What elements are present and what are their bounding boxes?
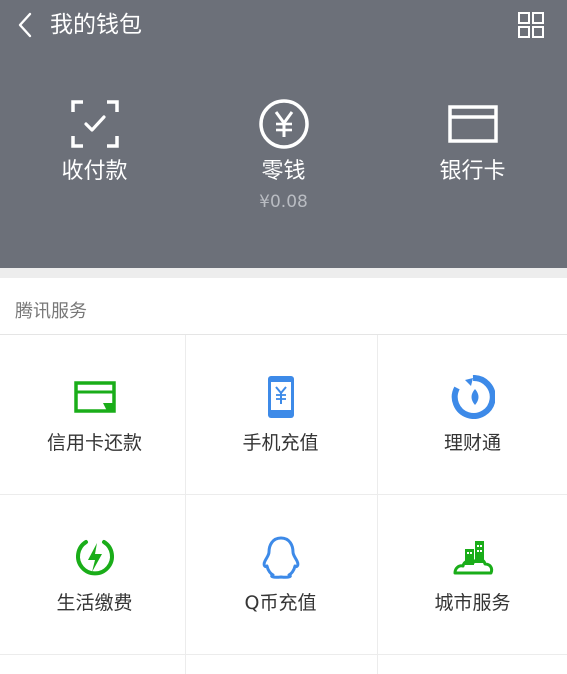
service-credit-card-repay[interactable]: 信用卡还款 (0, 335, 189, 495)
credit-card-repay-icon (73, 381, 116, 413)
phone-topup-icon (267, 376, 294, 418)
service-qcoin-topup[interactable]: Q币充值 (186, 495, 375, 655)
page-title: 我的钱包 (50, 12, 142, 38)
balance-button[interactable]: 零钱 ¥0.08 (189, 90, 378, 220)
service-label: 理财通 (443, 432, 501, 454)
wealth-icon (451, 375, 495, 419)
wallet-actions: 收付款 零钱 ¥0.08 银行卡 (0, 90, 567, 220)
wallet-header: 我的钱包 收付款 零钱 ¥0.08 银行卡 (0, 0, 567, 268)
bank-card-label: 银行卡 (439, 159, 506, 184)
balance-label: 零钱 (261, 159, 306, 184)
tencent-services: 腾讯服务 信用卡还款 手机充值 理财通 生活缴费 Q币充值 城市服务 (0, 278, 567, 674)
receive-pay-button[interactable]: 收付款 (0, 90, 189, 220)
card-icon (447, 105, 498, 143)
yen-circle-icon (258, 99, 309, 149)
scan-check-icon (70, 100, 119, 148)
service-phone-topup[interactable]: 手机充值 (186, 335, 375, 495)
bank-card-button[interactable]: 银行卡 (378, 90, 567, 220)
service-label: 城市服务 (434, 592, 511, 614)
balance-amount: ¥0.08 (259, 192, 308, 212)
service-label: 生活缴费 (56, 592, 133, 614)
city-icon (453, 541, 493, 575)
top-bar: 我的钱包 (0, 0, 567, 50)
service-label: 信用卡还款 (46, 432, 142, 454)
more-button[interactable] (513, 9, 549, 41)
receive-pay-label: 收付款 (61, 159, 128, 184)
service-utilities[interactable]: 生活缴费 (0, 495, 189, 655)
service-wealth[interactable]: 理财通 (378, 335, 567, 495)
section-title: 腾讯服务 (15, 301, 87, 322)
chevron-left-icon (18, 12, 32, 38)
service-city[interactable]: 城市服务 (378, 495, 567, 655)
service-label: 手机充值 (242, 432, 319, 454)
back-button[interactable] (10, 8, 40, 42)
bolt-icon (75, 540, 114, 576)
penguin-icon (262, 536, 299, 579)
grid-icon (518, 12, 544, 38)
service-label: Q币充值 (244, 592, 317, 614)
